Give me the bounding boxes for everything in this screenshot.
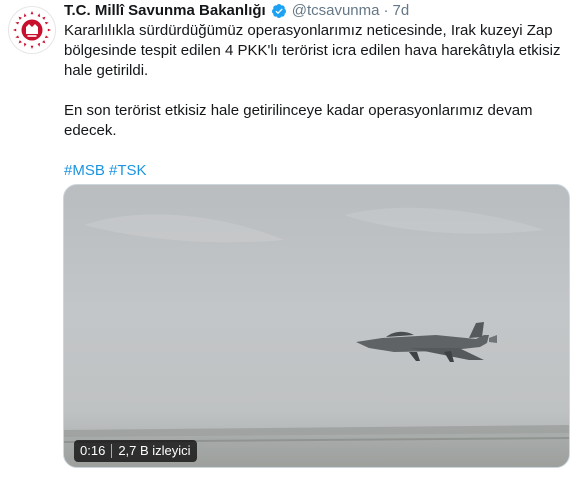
fighter-jet — [356, 322, 497, 362]
verified-badge-icon — [271, 3, 287, 19]
avatar-msb-logo[interactable] — [8, 6, 56, 54]
tweet-timestamp[interactable]: 7d — [392, 1, 409, 21]
msb-logo-icon — [11, 9, 53, 51]
hashtag-msb[interactable]: #MSB — [64, 162, 105, 179]
tweet-text: Kararlılıkla sürdürdüğümüz operasyonları… — [64, 21, 569, 181]
tweet-paragraph-2: En son terörist etkisiz hale getirilince… — [64, 102, 533, 139]
author-handle[interactable]: @tcsavunma — [292, 1, 380, 21]
video-stats-overlay: 0:16 2,7 B izleyici — [74, 440, 197, 462]
tweet: T.C. Millî Savunma Bakanlığı @tcsavunma … — [0, 0, 578, 479]
tweet-header: T.C. Millî Savunma Bakanlığı @tcsavunma … — [64, 1, 409, 21]
video-view-count: 2,7 B izleyici — [118, 443, 191, 458]
video-player[interactable]: 0:16 2,7 B izleyici — [63, 184, 570, 468]
overlay-divider — [111, 444, 113, 458]
hashtag-list: #MSB #TSK — [64, 161, 569, 181]
video-frame-jet-takeoff — [64, 207, 569, 467]
header-separator: · — [383, 2, 389, 19]
tweet-paragraph-1: Kararlılıkla sürdürdüğümüz operasyonları… — [64, 22, 561, 79]
hashtag-tsk[interactable]: #TSK — [109, 162, 147, 179]
video-duration: 0:16 — [80, 443, 106, 458]
author-name[interactable]: T.C. Millî Savunma Bakanlığı — [64, 1, 266, 21]
